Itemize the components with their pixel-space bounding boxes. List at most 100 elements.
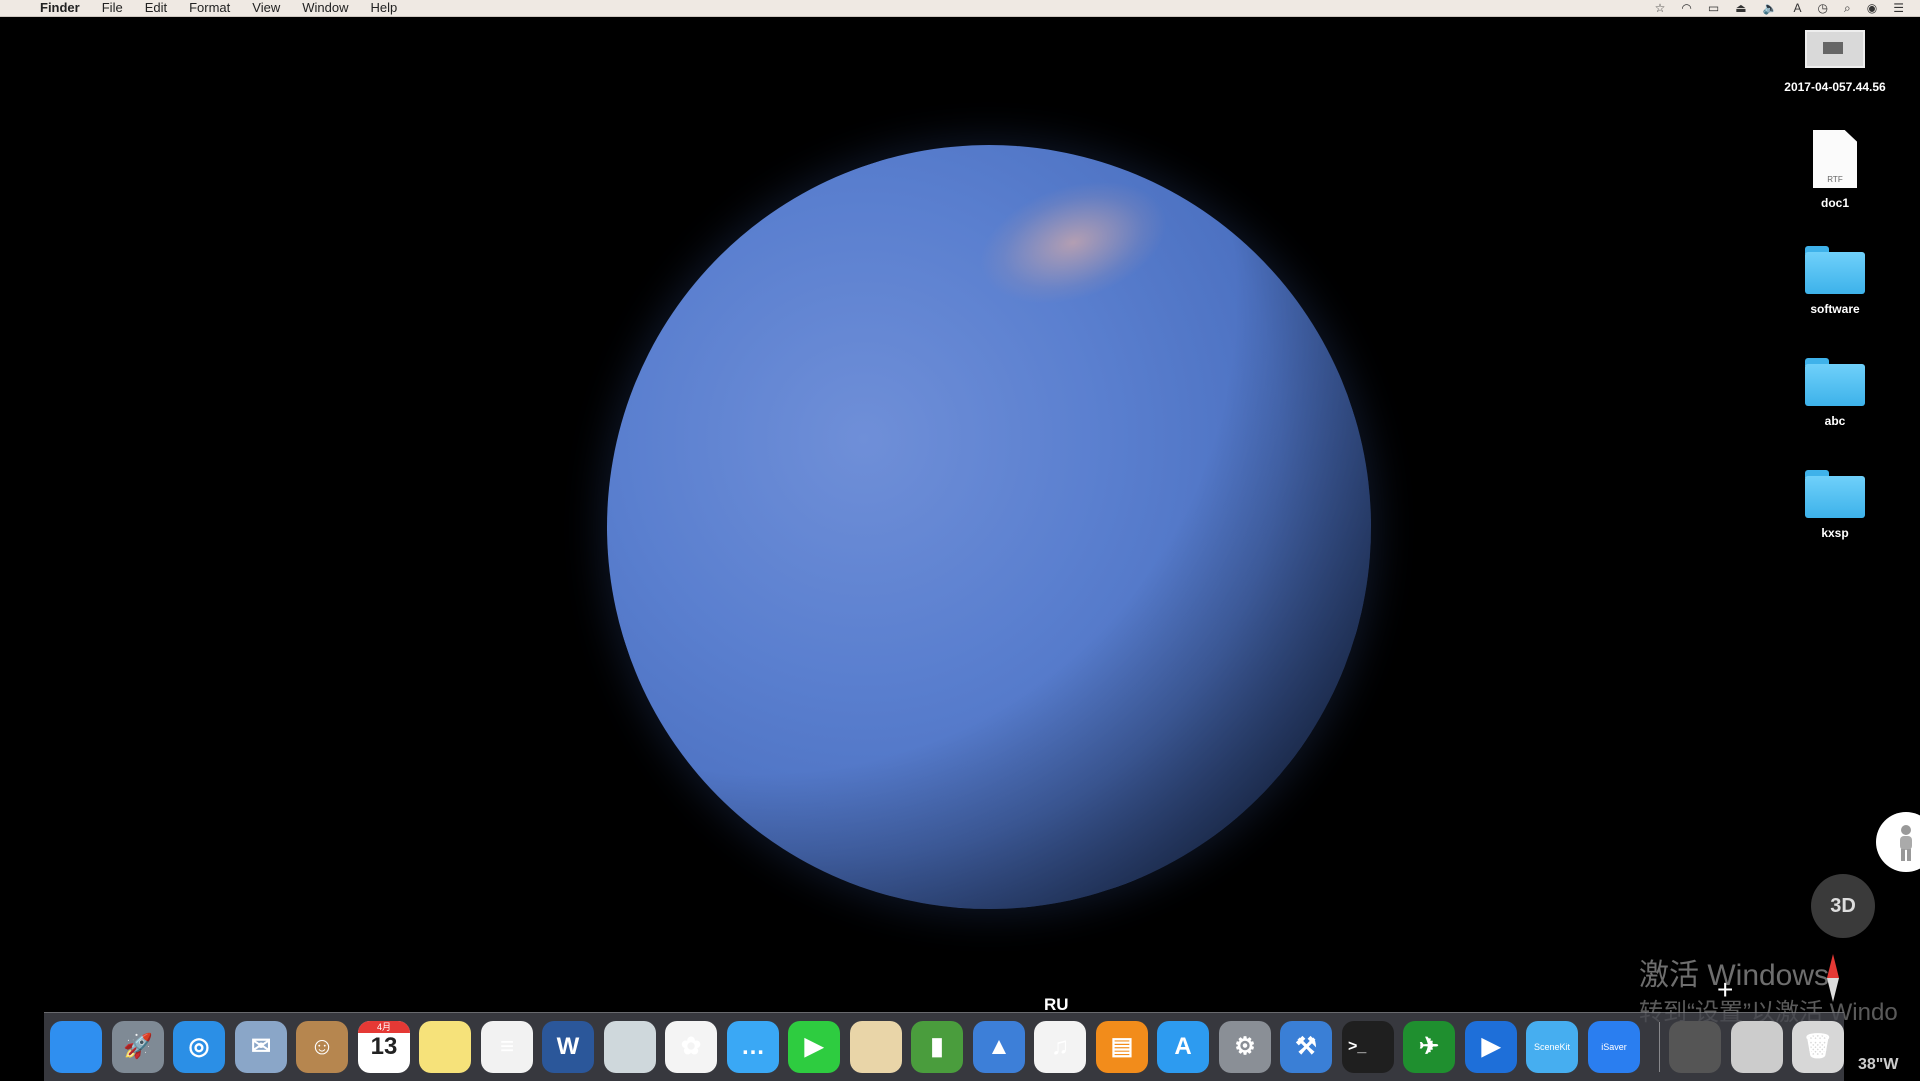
screenshot-thumbnail-icon [1805, 30, 1865, 68]
menu-help[interactable]: Help [370, 0, 397, 16]
pegman-icon [1900, 825, 1912, 861]
dock-xcode-icon[interactable]: ⚒ [1280, 1021, 1332, 1073]
dock-icon-glyph: ✈ [1418, 1033, 1440, 1060]
folder-icon [1805, 470, 1865, 518]
menu-format[interactable]: Format [189, 0, 230, 16]
rtf-document-icon: RTF [1813, 130, 1857, 188]
dock-notes-icon[interactable] [419, 1021, 471, 1073]
dock-icon-glyph: A [1174, 1033, 1192, 1060]
dock-icon-glyph [50, 1021, 102, 1073]
activation-watermark-title: 激活 Windows [1639, 959, 1830, 992]
dock-icon-glyph: ⚒ [1295, 1033, 1317, 1060]
dock-icon-glyph: 🗑 [1802, 1033, 1834, 1060]
dock-numbers-icon[interactable]: ▮ [911, 1021, 963, 1073]
eject-icon[interactable]: ⏏ [1735, 0, 1746, 16]
dock-icon-glyph: ♫ [1051, 1033, 1069, 1060]
siri-icon[interactable]: ◉ [1867, 0, 1877, 16]
dock-icon-glyph: >_ [1348, 1038, 1367, 1055]
notification-center-icon[interactable]: ☰ [1893, 0, 1904, 16]
dock-ibooks-icon[interactable]: ▤ [1096, 1021, 1148, 1073]
dock-icon-glyph: ▮ [930, 1033, 944, 1060]
desktop-item-label: kxsp [1821, 526, 1849, 540]
dock-photos-icon[interactable]: ✿ [665, 1021, 717, 1073]
volume-icon[interactable]: 🔈 [1763, 0, 1778, 16]
dock-icon-glyph [1669, 1021, 1721, 1073]
dock-contacts-icon[interactable]: ☺ [296, 1021, 348, 1073]
dock-icon-glyph: 🚀 [123, 1033, 153, 1060]
dock-icon-glyph [604, 1021, 656, 1073]
dock-trash-icon[interactable]: 🗑 [1792, 1021, 1844, 1073]
3d-toggle-button[interactable]: 3D [1811, 874, 1875, 938]
dock-icon-glyph: ✉ [250, 1033, 272, 1060]
rtf-badge: RTF [1827, 175, 1843, 184]
dock-icon-glyph: ▲ [987, 1033, 1011, 1060]
dock-icon-glyph: SceneKit [1533, 1042, 1571, 1052]
airplay-icon[interactable]: ▭ [1708, 0, 1719, 16]
desktop-item-label: doc1 [1820, 196, 1849, 210]
dock-textedit-icon[interactable] [850, 1021, 902, 1073]
dock-scenekit-wwdc13-icon[interactable]: SceneKit [1526, 1021, 1578, 1073]
desktop-item-doc1[interactable]: RTF doc1 [1780, 130, 1890, 211]
dock-isaver-icon[interactable]: iSaver [1588, 1021, 1640, 1073]
dock-icon-glyph: ≡ [499, 1033, 514, 1060]
dock-icon-glyph: … [741, 1033, 765, 1060]
star-icon[interactable]: ☆ [1655, 0, 1666, 16]
menu-edit[interactable]: Edit [145, 0, 167, 16]
desktop-item-label: software [1810, 302, 1860, 316]
menu-window[interactable]: Window [302, 0, 348, 16]
dock-icon-glyph: iSaver [1601, 1042, 1627, 1052]
dock-facetime-icon[interactable]: ▶ [788, 1021, 840, 1073]
dock-document-stack-icon[interactable] [1669, 1021, 1721, 1073]
desktop-item-abc[interactable]: abc [1780, 358, 1890, 429]
desktop-item-kxsp[interactable]: kxsp [1780, 470, 1890, 541]
dock-calendar-icon[interactable]: 4月 13 [358, 1021, 410, 1073]
dock-finder-icon[interactable] [50, 1021, 102, 1073]
dock-icon-glyph: W [556, 1033, 580, 1060]
dock-word-icon[interactable]: W [542, 1021, 594, 1073]
dock-icon-glyph: 13 [370, 1033, 398, 1060]
dock-mail-icon[interactable]: ✉ [235, 1021, 287, 1073]
dock-keynote-remote-icon[interactable]: ▶ [1465, 1021, 1517, 1073]
spotlight-icon[interactable]: ⌕ [1844, 0, 1851, 16]
dock-reminders-icon[interactable]: ≡ [481, 1021, 533, 1073]
dock-system-preferences-icon[interactable]: ⚙ [1219, 1021, 1271, 1073]
dock-icon-glyph: ✿ [680, 1033, 702, 1060]
dock-safari-icon[interactable]: ◎ [173, 1021, 225, 1073]
dock-terminal-icon[interactable]: >_ [1342, 1021, 1394, 1073]
dock-screen-recording-icon[interactable] [1731, 1021, 1783, 1073]
folder-icon [1805, 358, 1865, 406]
desktop-item-software[interactable]: software [1780, 246, 1890, 317]
dock-messages-icon[interactable]: … [727, 1021, 779, 1073]
dock-icon-glyph [850, 1021, 902, 1073]
clock-icon[interactable]: ◷ [1818, 0, 1828, 16]
dock-icon-glyph: ⚙ [1234, 1033, 1256, 1060]
folder-icon [1805, 246, 1865, 294]
coordinate-readout: 38"W [1858, 1056, 1899, 1073]
street-view-pegman-button[interactable] [1876, 812, 1920, 872]
dock-icon-glyph: ▶ [1481, 1033, 1501, 1060]
desktop-item-label: 2017-04-057.44.56 [1784, 80, 1886, 94]
dock-icon-glyph: ☺ [309, 1033, 335, 1060]
dock-itunes-icon[interactable]: ♫ [1034, 1021, 1086, 1073]
wifi-icon[interactable]: ◠ [1681, 0, 1691, 16]
menu-file[interactable]: File [102, 0, 123, 16]
input-source-icon[interactable]: A [1794, 0, 1802, 16]
dock-icon-glyph: ◎ [188, 1033, 210, 1060]
dock-preview-icon[interactable] [604, 1021, 656, 1073]
globe-shadow [607, 145, 1371, 909]
menu-app-name[interactable]: Finder [40, 0, 80, 16]
dock-separator [1659, 1022, 1660, 1072]
dock-icon-glyph: ▤ [1110, 1033, 1134, 1060]
desktop-item-label: abc [1824, 414, 1846, 428]
dock-launchpad-icon[interactable]: 🚀 [112, 1021, 164, 1073]
dock-app-store-icon[interactable]: A [1157, 1021, 1209, 1073]
dock-icon-glyph: ▶ [804, 1033, 824, 1060]
dock-icon-glyph [419, 1021, 471, 1073]
menu-view[interactable]: View [252, 0, 280, 16]
menu-bar: Finder File Edit Format View Window Help… [0, 0, 1920, 17]
menu-status-area: ☆ ◠ ▭ ⏏ 🔈 A ◷ ⌕ ◉ ☰ [1655, 0, 1904, 16]
dock-maps-app-icon[interactable]: ✈ [1403, 1021, 1455, 1073]
desktop-item-screenshot[interactable]: 2017-04-057.44.56 [1780, 30, 1890, 95]
dock-keynote-icon[interactable]: ▲ [973, 1021, 1025, 1073]
dock-icon-glyph [1731, 1021, 1783, 1073]
